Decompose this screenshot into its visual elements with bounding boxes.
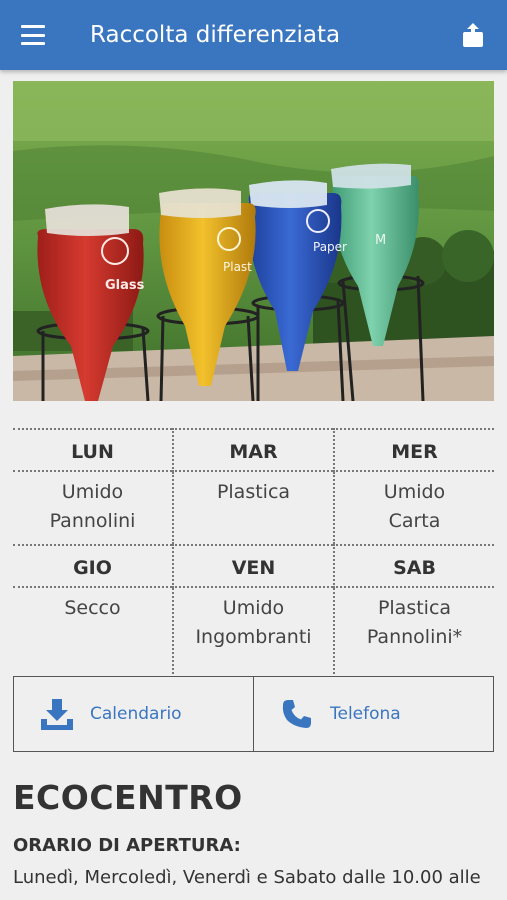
schedule-cell: Plastica (172, 472, 333, 544)
calendar-label: Calendario (90, 704, 182, 724)
schedule-day-row: LUN MAR MER (13, 428, 494, 472)
phone-icon (278, 695, 316, 733)
schedule-cell: Umido Carta (333, 472, 494, 544)
day-label: MER (333, 428, 494, 472)
day-label: VEN (172, 544, 333, 588)
section-title: ECOCENTRO (13, 778, 243, 817)
schedule-cell: Secco (13, 588, 172, 674)
waste-type: Umido (383, 481, 446, 503)
app-bar: Raccolta differenziata (0, 0, 507, 70)
schedule-cell: Umido Pannolini (13, 472, 172, 544)
schedule-cell: Plastica Pannolini* (333, 588, 494, 674)
svg-text:Glass: Glass (105, 278, 145, 293)
share-icon[interactable] (458, 20, 488, 50)
hamburger-menu-icon[interactable] (21, 23, 49, 47)
phone-label: Telefona (330, 704, 401, 724)
svg-text:Plast: Plast (223, 260, 252, 274)
day-label: GIO (13, 544, 172, 588)
weekly-schedule: LUN MAR MER Umido Pannolini Plastica Umi… (13, 428, 494, 674)
waste-type: Umido (61, 481, 124, 503)
svg-text:M: M (375, 233, 386, 248)
download-icon (38, 695, 76, 733)
waste-type: Secco (64, 597, 121, 619)
waste-type: Carta (388, 510, 441, 532)
day-label: SAB (333, 544, 494, 588)
calendar-button[interactable]: Calendario (14, 677, 253, 751)
waste-type: Plastica (377, 597, 452, 619)
schedule-cell: Umido Ingombranti (172, 588, 333, 674)
schedule-items-row: Secco Umido Ingombranti Plastica Pannoli… (13, 588, 494, 674)
waste-type: Ingombranti (195, 626, 312, 648)
day-label: LUN (13, 428, 172, 472)
hero-image: M Paper Plast Glass (13, 81, 494, 401)
phone-button[interactable]: Telefona (253, 677, 493, 751)
opening-hours-heading: ORARIO DI APERTURA: (13, 835, 241, 856)
waste-type: Umido (222, 597, 285, 619)
waste-type: Pannolini (49, 510, 136, 532)
waste-type: Plastica (216, 481, 291, 503)
schedule-day-row: GIO VEN SAB (13, 544, 494, 588)
waste-type: Pannolini* (366, 626, 463, 648)
day-label: MAR (172, 428, 333, 472)
action-buttons: Calendario Telefona (13, 676, 494, 752)
opening-hours-text: Lunedì, Mercoledì, Venerdì e Sabato dall… (13, 867, 481, 888)
app-title: Raccolta differenziata (90, 22, 341, 48)
schedule-items-row: Umido Pannolini Plastica Umido Carta (13, 472, 494, 544)
svg-text:Paper: Paper (313, 240, 347, 254)
